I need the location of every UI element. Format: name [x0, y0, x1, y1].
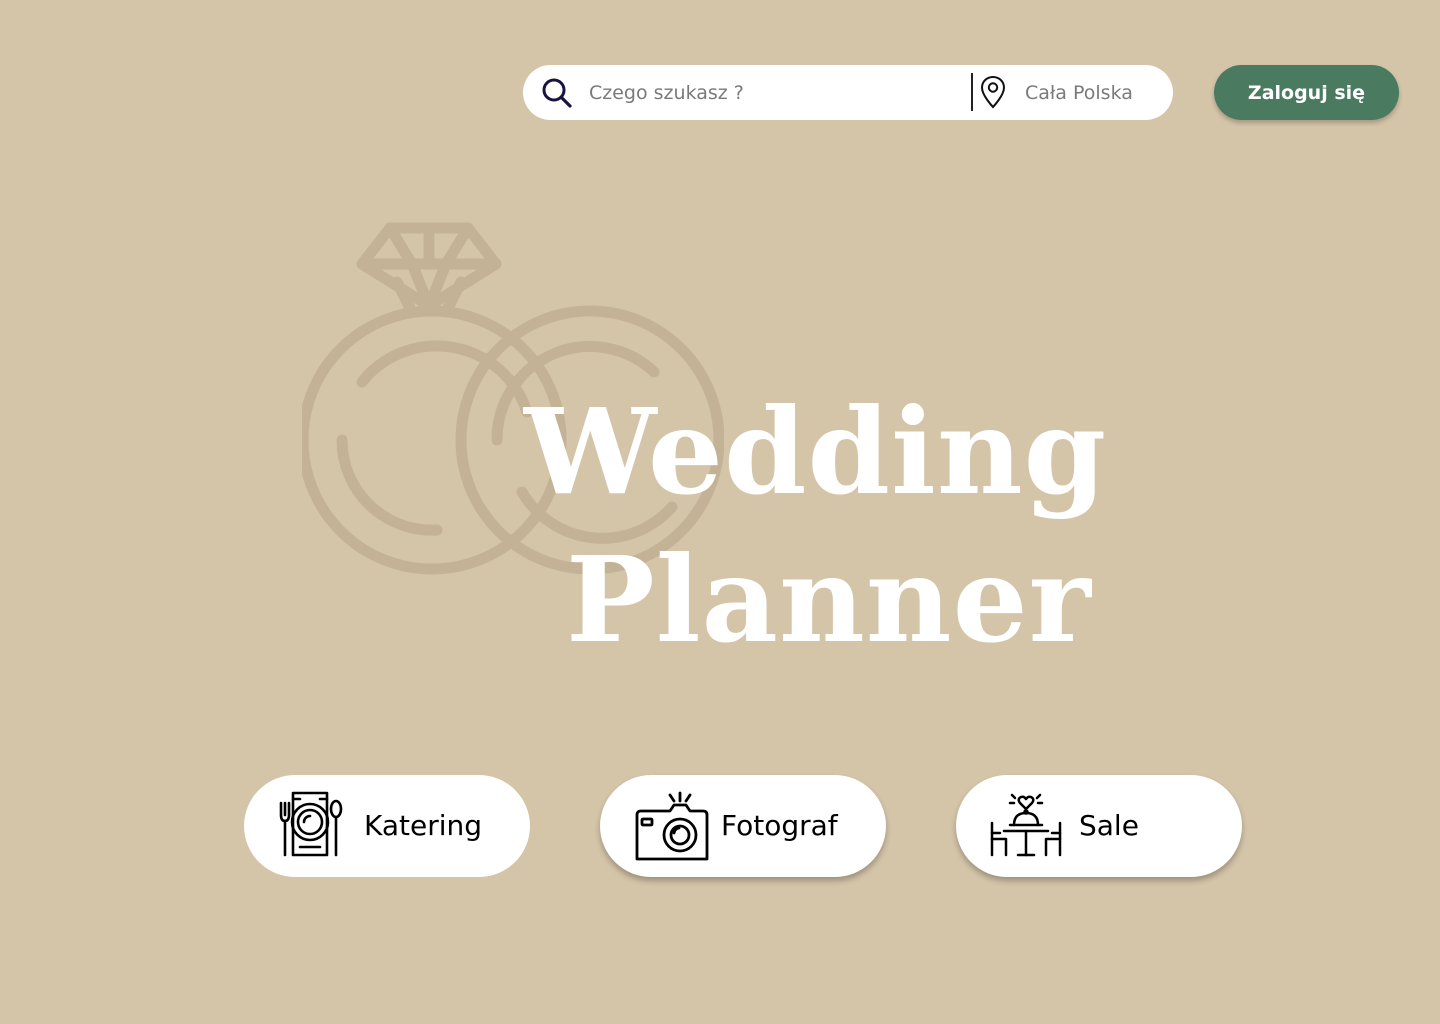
category-label: Katering: [364, 809, 483, 842]
search-input[interactable]: [589, 75, 959, 110]
dinner-table-icon: [990, 793, 1062, 857]
camera-icon: [635, 791, 709, 861]
location-input[interactable]: [1025, 75, 1165, 110]
category-label: Sale: [1079, 809, 1139, 842]
catering-plate-icon: [279, 791, 343, 857]
hero-title-line1: Wedding: [524, 382, 1108, 521]
hero-title: Wedding Planner: [516, 378, 1136, 674]
map-pin-icon: [980, 75, 1006, 109]
category-label: Fotograf: [721, 809, 838, 842]
category-sale-button[interactable]: Sale: [956, 775, 1242, 877]
hero-title-line2: Planner: [566, 530, 1092, 669]
login-button[interactable]: Zaloguj się: [1214, 65, 1399, 120]
search-icon[interactable]: [541, 77, 573, 109]
search-bar: [523, 65, 1173, 120]
category-fotograf-button[interactable]: Fotograf: [600, 775, 886, 877]
category-katering-button[interactable]: Katering: [244, 775, 530, 877]
landing-page: Zaloguj się Wedding Planner: [0, 0, 1440, 1024]
search-divider: [971, 73, 973, 111]
